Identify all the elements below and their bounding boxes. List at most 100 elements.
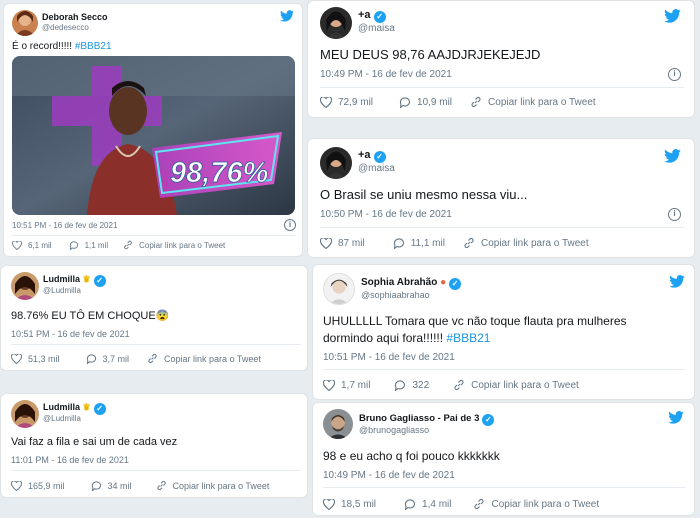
author-handle[interactable]: @sophiaabrahao	[361, 290, 430, 300]
tweet-timestamp[interactable]: 10:51 PM - 16 de fev de 2021	[323, 352, 455, 363]
reply-count: 1,1 mil	[84, 240, 109, 250]
link-icon	[474, 498, 484, 510]
twitter-bird-icon[interactable]	[664, 9, 681, 23]
tweet-text: 98.76% EU TÔ EM CHOQUE😨	[11, 309, 169, 322]
reply-bubble-icon	[404, 498, 415, 510]
crown-emoji: ♛	[82, 402, 91, 412]
hashtag-link[interactable]: #BBB21	[75, 41, 112, 52]
verified-badge-icon: ✓	[449, 278, 462, 290]
author-handle[interactable]: @maisa	[358, 163, 395, 174]
author-handle[interactable]: @brunogagliasso	[359, 425, 429, 435]
reply-bubble-icon	[86, 353, 96, 364]
reply-bubble-icon	[393, 237, 404, 249]
copy-link-button[interactable]: Copiar link para o Tweet	[453, 379, 579, 391]
tweet-text: O Brasil se uniu mesmo nessa viu...	[320, 187, 528, 202]
tweet-text-line-1: UHULLLLL Tomara que vc não toque flauta …	[323, 314, 627, 328]
hashtag-link[interactable]: #BBB21	[446, 331, 490, 345]
author-name[interactable]: +a ✓	[358, 9, 386, 23]
tweet-text: MEU DEUS 98,76 AAJDJRJEKEJEJD	[320, 47, 541, 62]
avatar[interactable]	[323, 273, 355, 305]
author-name[interactable]: +a ✓	[358, 149, 386, 163]
divider	[323, 487, 686, 488]
verified-badge-icon: ✓	[482, 414, 495, 426]
twitter-bird-icon[interactable]	[669, 275, 685, 288]
reply-button[interactable]: 34 mil	[91, 481, 132, 491]
like-button[interactable]: 165,9 mil	[11, 480, 65, 491]
author-handle[interactable]: @maisa	[358, 23, 395, 34]
info-icon[interactable]: i	[284, 219, 296, 231]
tweet-timestamp[interactable]: 10:51 PM - 16 de fev de 2021	[12, 221, 117, 230]
author-handle[interactable]: @dedesecco	[42, 23, 89, 32]
avatar[interactable]	[320, 147, 352, 179]
author-handle[interactable]: @Ludmilla	[43, 286, 81, 295]
like-count: 18,5 mil	[341, 498, 377, 510]
copy-link-button[interactable]: Copiar link para o Tweet	[463, 237, 589, 249]
avatar[interactable]	[323, 409, 353, 439]
twitter-bird-icon[interactable]	[280, 10, 294, 22]
copy-link-label: Copiar link para o Tweet	[488, 96, 596, 108]
info-icon[interactable]: i	[668, 208, 681, 221]
tweet-actions: 51,3 mil 3,7 mil Copiar link para o Twee…	[11, 353, 261, 364]
tweet-text: É o record!!!!! #BBB21	[12, 41, 112, 52]
tweet-text-line-2: dormindo aqui fora!!!!!! #BBB21	[323, 331, 490, 345]
tweet-timestamp[interactable]: 10:50 PM - 16 de fev de 2021	[320, 209, 452, 220]
link-icon	[471, 96, 481, 108]
copy-link-label: Copiar link para o Tweet	[491, 498, 600, 510]
link-icon	[148, 353, 157, 364]
copy-link-label: Copiar link para o Tweet	[164, 353, 261, 364]
like-button[interactable]: 1,7 mil	[323, 379, 370, 391]
like-button[interactable]: 18,5 mil	[323, 498, 377, 510]
tweet-card-deborah: Deborah Secco @dedesecco É o record!!!!!…	[3, 3, 303, 257]
reply-button[interactable]: 10,9 mil	[399, 97, 452, 108]
like-button[interactable]: 51,3 mil	[11, 353, 60, 364]
copy-link-button[interactable]: Copiar link para o Tweet	[473, 498, 599, 510]
tweet-actions: 1,7 mil 322 Copiar link para o Tweet	[323, 379, 579, 391]
author-name-text: Ludmilla	[43, 274, 81, 284]
like-button[interactable]: 87 mil	[320, 237, 365, 249]
like-button[interactable]: 6,1 mil	[12, 240, 52, 250]
like-count: 51,3 mil	[28, 353, 60, 364]
divider	[320, 227, 684, 228]
tweet-timestamp[interactable]: 11:01 PM - 16 de fev de 2021	[11, 455, 129, 465]
copy-link-button[interactable]: Copiar link para o Tweet	[156, 480, 269, 491]
tweet-timestamp[interactable]: 10:51 PM - 16 de fev de 2021	[11, 329, 130, 339]
tweet-card-maisa-1: +a ✓ @maisa MEU DEUS 98,76 AAJDJRJEKEJEJD…	[307, 0, 695, 118]
tweet-actions: 165,9 mil 34 mil Copiar link para o Twee…	[11, 480, 269, 491]
avatar[interactable]	[320, 7, 352, 39]
avatar[interactable]	[11, 400, 39, 428]
reply-button[interactable]: 1,4 mil	[404, 499, 451, 510]
like-count: 165,9 mil	[28, 480, 65, 491]
avatar[interactable]	[12, 10, 38, 36]
reply-count: 10,9 mil	[417, 96, 453, 108]
like-button[interactable]: 72,9 mil	[320, 96, 374, 108]
tweet-image[interactable]: 98,76%	[12, 56, 295, 215]
twitter-bird-icon[interactable]	[668, 411, 684, 424]
reply-button[interactable]: 11,1 mil	[393, 238, 445, 249]
like-count: 72,9 mil	[338, 96, 374, 108]
author-handle[interactable]: @Ludmilla	[43, 414, 81, 423]
tweet-text-body: 98.76% EU TÔ EM CHOQUE	[11, 310, 156, 322]
author-name[interactable]: Sophia Abrahão ● ✓	[361, 277, 462, 290]
link-icon	[464, 237, 474, 249]
copy-link-button[interactable]: Copiar link para o Tweet	[123, 240, 225, 250]
info-icon[interactable]: i	[668, 68, 681, 81]
verified-badge-icon: ✓	[93, 403, 106, 415]
copy-link-button[interactable]: Copiar link para o Tweet	[147, 353, 261, 364]
reply-button[interactable]: 1,1 mil	[69, 240, 109, 250]
copy-link-label: Copiar link para o Tweet	[471, 379, 579, 391]
copy-link-label: Copiar link para o Tweet	[480, 237, 589, 249]
twitter-bird-icon[interactable]	[664, 149, 681, 163]
tweet-timestamp[interactable]: 10:49 PM - 16 de fev de 2021	[320, 69, 452, 80]
lollipop-emoji: ●	[440, 277, 447, 288]
heart-icon	[11, 353, 22, 364]
reply-button[interactable]: 322	[394, 380, 429, 391]
reply-count: 322	[412, 379, 430, 391]
tweet-card-ludmilla-1: Ludmilla ♛ ✓ @Ludmilla 98.76% EU TÔ EM CH…	[0, 265, 308, 371]
reply-button[interactable]: 3,7 mil	[86, 353, 129, 364]
copy-link-button[interactable]: Copiar link para o Tweet	[470, 96, 596, 108]
tweet-timestamp[interactable]: 10:49 PM - 16 de fev de 2021	[323, 470, 455, 481]
author-name[interactable]: Deborah Secco	[42, 12, 108, 22]
tweet-actions: 6,1 mil 1,1 mil Copiar link para o Tweet	[12, 240, 225, 250]
avatar[interactable]	[11, 272, 39, 300]
tweet-actions: 72,9 mil 10,9 mil Copiar link para o Twe…	[320, 96, 596, 108]
